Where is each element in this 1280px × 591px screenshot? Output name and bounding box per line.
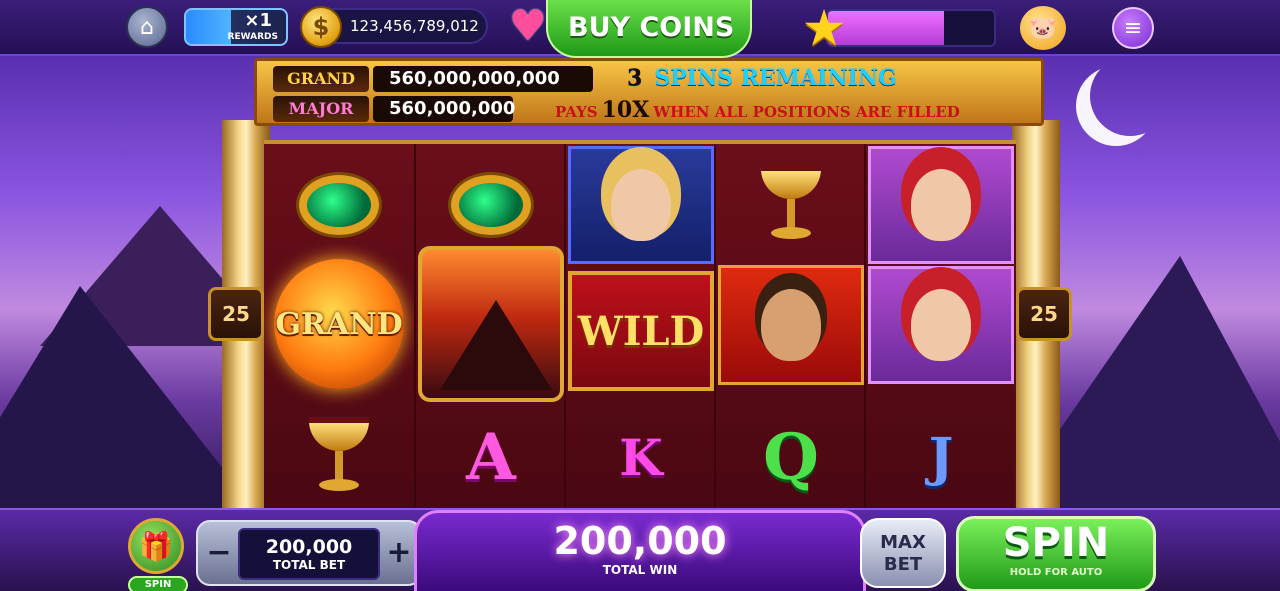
blonde-goddess-portrait: [568, 146, 714, 264]
emerald-icon: [299, 175, 379, 235]
letter-k: K: [619, 427, 663, 487]
buy-coins-button[interactable]: ♥ BUY COINS: [504, 0, 760, 58]
rewards-mult-value: ×1: [244, 10, 272, 31]
free-spin-gift-button[interactable]: 🎁 SPIN: [128, 518, 188, 591]
piggy-bank-icon[interactable]: 🐷: [1020, 6, 1066, 50]
symbol-red-haired-queen: [866, 264, 1016, 386]
paylines-badge-left: 25: [208, 287, 264, 341]
red-haired-queen-portrait: [868, 146, 1014, 264]
letter-a: A: [466, 419, 516, 495]
reel-2: A: [414, 144, 564, 510]
grand-orb-icon: GRAND: [274, 259, 404, 389]
major-jackpot-value: 560,000,000: [373, 96, 515, 122]
max-bet-label-2: BET: [883, 554, 923, 575]
emerald-icon: [451, 175, 531, 235]
symbol-letter-j: J: [866, 396, 1016, 518]
max-bet-button[interactable]: MAX BET: [860, 518, 946, 588]
letter-q: Q: [763, 419, 819, 495]
symbol-golden-cup: [264, 396, 414, 518]
reel-3: WILD K: [564, 144, 714, 510]
slot-reels: GRAND A WILD K Q J: [264, 140, 1016, 510]
symbol-letter-k: K: [566, 396, 716, 518]
bet-panel: − 200,000 TOTAL BET +: [196, 520, 422, 586]
increase-bet-button[interactable]: +: [382, 530, 416, 576]
max-bet-label-1: MAX: [880, 532, 926, 553]
total-win-value: 200,000: [553, 519, 727, 563]
home-button[interactable]: ⌂: [126, 6, 168, 48]
total-bet-display: 200,000 TOTAL BET: [238, 528, 380, 580]
menu-icon: ≡: [1123, 15, 1143, 41]
coin-balance-value: 123,456,789,012: [350, 17, 479, 35]
rewards-label: REWARDS: [227, 32, 278, 42]
pays-info: PAYS 10X WHEN ALL POSITIONS ARE FILLED: [555, 97, 960, 123]
grand-jackpot-label: GRAND: [273, 66, 369, 92]
grand-symbol-text: GRAND: [275, 306, 403, 342]
symbol-grand: GRAND: [264, 256, 414, 392]
symbol-caesar: [716, 264, 866, 386]
reel-4: Q: [714, 144, 864, 510]
golden-cup-icon: [309, 417, 369, 497]
symbol-letter-q: Q: [716, 396, 866, 518]
symbol-letter-a: A: [416, 396, 566, 518]
menu-button[interactable]: ≡: [1112, 7, 1154, 49]
spin-hold-hint: HOLD FOR AUTO: [1009, 567, 1103, 578]
red-haired-queen-portrait: [868, 266, 1014, 384]
symbol-golden-cup: [716, 144, 866, 266]
pays-suffix: WHEN ALL POSITIONS ARE FILLED: [653, 103, 960, 121]
coin-icon: $: [300, 6, 342, 48]
reel-1: GRAND: [264, 144, 414, 510]
decrease-bet-button[interactable]: −: [202, 530, 236, 576]
total-win-panel: 200,000 TOTAL WIN: [414, 510, 866, 591]
total-bet-value: 200,000: [265, 536, 353, 558]
major-jackpot-row: MAJOR 560,000,000: [273, 96, 515, 122]
spin-button[interactable]: SPIN HOLD FOR AUTO: [956, 516, 1156, 591]
gift-spin-label: SPIN: [128, 576, 188, 591]
paylines-badge-right: 25: [1016, 287, 1072, 341]
wild-symbol-text: WILD: [577, 307, 705, 355]
home-icon: ⌂: [140, 14, 154, 40]
top-bar: ⌂ ×1 REWARDS $ 123,456,789,012 ♥ BUY COI…: [0, 0, 1280, 58]
symbol-red-haired-queen: [866, 144, 1016, 266]
symbol-wild: WILD: [566, 270, 716, 392]
symbol-emerald-brooch: [264, 144, 414, 266]
grand-jackpot-value: 560,000,000,000: [373, 66, 593, 92]
pays-prefix: PAYS: [555, 103, 598, 121]
volcano-icon: [418, 246, 564, 402]
level-star-icon[interactable]: ★: [796, 0, 852, 56]
moon-icon: [1090, 56, 1170, 136]
letter-j: J: [928, 426, 954, 488]
coin-balance: $ 123,456,789,012: [300, 6, 488, 48]
spins-remaining-text: SPINS REMAINING: [654, 65, 897, 91]
heart-gift-icon: ♥: [509, 1, 547, 50]
symbol-blonde-goddess: [566, 144, 716, 266]
bottom-bar: 🎁 SPIN − 200,000 TOTAL BET + 200,000 TOT…: [0, 508, 1280, 591]
symbol-volcano: [416, 244, 566, 404]
wild-card: WILD: [568, 271, 714, 391]
jackpot-banner: GRAND 560,000,000,000 MAJOR 560,000,000 …: [254, 58, 1044, 126]
reel-5: J: [864, 144, 1014, 510]
spins-remaining: 3 SPINS REMAINING: [627, 65, 897, 93]
pays-multiplier: 10X: [601, 97, 650, 123]
total-bet-label: TOTAL BET: [272, 558, 346, 572]
spin-label: SPIN: [1002, 520, 1110, 566]
caesar-portrait: [718, 265, 864, 385]
gift-box-icon: 🎁: [128, 518, 184, 574]
buy-coins-label: BUY COINS: [568, 12, 735, 43]
grand-jackpot-row: GRAND 560,000,000,000: [273, 66, 593, 92]
golden-cup-icon: [761, 165, 821, 245]
major-jackpot-label: MAJOR: [273, 96, 369, 122]
total-win-label: TOTAL WIN: [602, 563, 678, 577]
rewards-multiplier[interactable]: ×1 REWARDS: [184, 8, 288, 46]
spins-remaining-count: 3: [627, 65, 643, 91]
